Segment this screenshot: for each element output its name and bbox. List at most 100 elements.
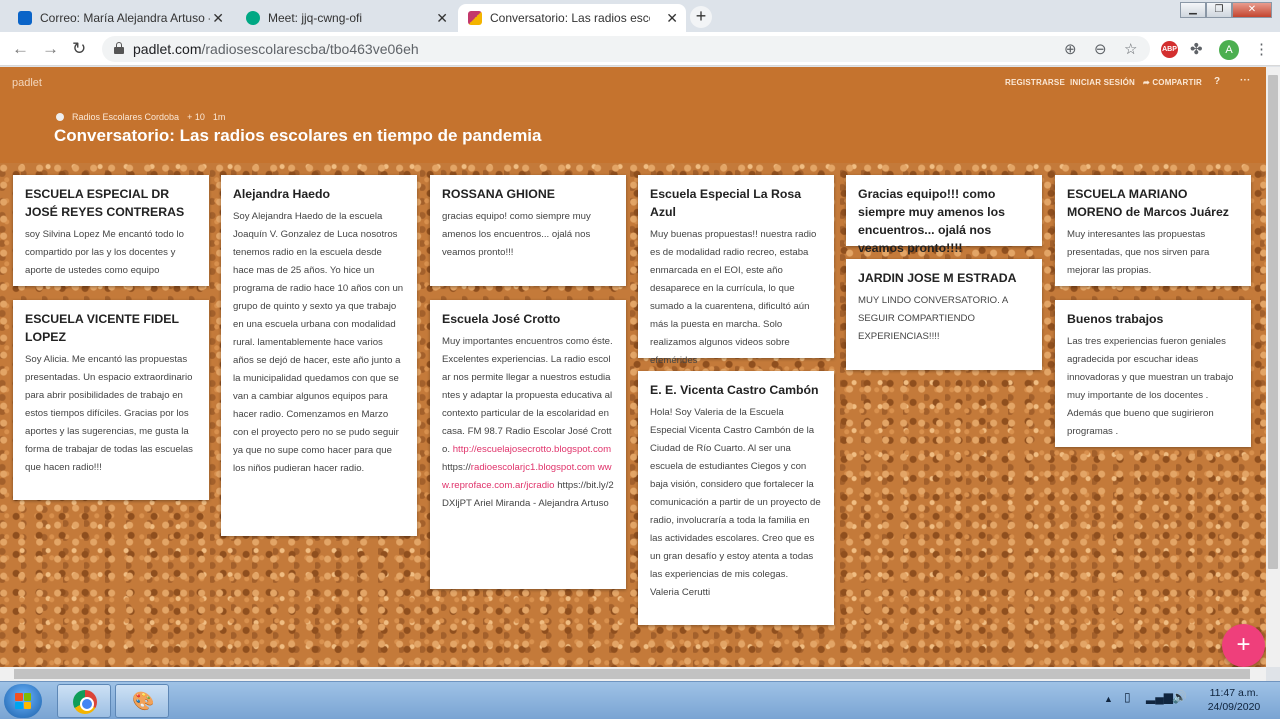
browser-tab-padlet[interactable]: Conversatorio: Las radios escolar ✕ [458, 4, 686, 32]
tab-label: Conversatorio: Las radios escolar [490, 11, 650, 25]
battery-icon[interactable]: ▯ [1124, 690, 1131, 704]
post-title: ESCUELA VICENTE FIDEL LOPEZ [25, 312, 179, 344]
post-card[interactable]: E. E. Vicenta Castro Cambón Hola! Soy Va… [638, 371, 834, 625]
post-body: Soy Alicia. Me encantó las propuestas pr… [25, 354, 193, 473]
maximize-button[interactable]: ❐ [1206, 2, 1232, 18]
post-title: ESCUELA ESPECIAL DR JOSÉ REYES CONTRERAS [25, 187, 185, 219]
network-icon[interactable]: ▂▄▆ [1146, 690, 1173, 704]
forward-arrow-icon[interactable]: → [42, 39, 59, 59]
post-title: ROSSANA GHIONE [442, 187, 555, 201]
post-card[interactable]: ESCUELA MARIANO MORENO de Marcos Juárez … [1055, 175, 1251, 286]
system-clock[interactable]: 11:47 a.m. 24/09/2020 [1196, 686, 1272, 714]
taskbar-paint[interactable]: 🎨 [115, 684, 169, 718]
post-title: Escuela Especial La Rosa Azul [650, 187, 802, 219]
zoom-in-icon[interactable]: ⊕ [1064, 40, 1077, 58]
lock-icon [114, 42, 124, 54]
post-body: gracias equipo! como siempre muy amenos … [442, 211, 591, 258]
tab-label: Correo: María Alejandra Artuso - [40, 11, 210, 25]
browser-tab-mail[interactable]: Correo: María Alejandra Artuso - ✕ [8, 4, 232, 32]
help-icon[interactable]: ? [1214, 76, 1220, 87]
post-body: Muy buenas propuestas!! nuestra radio es… [650, 229, 817, 366]
padlet-board: ESCUELA ESPECIAL DR JOSÉ REYES CONTRERAS… [0, 163, 1266, 667]
post-title: ESCUELA MARIANO MORENO de Marcos Juárez [1067, 187, 1229, 219]
browser-toolbar: ← → ↻ padlet.com/radiosescolarescba/tbo4… [0, 32, 1280, 66]
clock-date: 24/09/2020 [1207, 701, 1261, 713]
post-title: E. E. Vicenta Castro Cambón [650, 383, 819, 397]
zoom-out-icon[interactable]: ⊖ [1094, 40, 1107, 58]
post-title: Escuela José Crotto [442, 312, 561, 326]
share-link[interactable]: ➦ COMPARTIR [1143, 78, 1202, 87]
post-card[interactable]: ROSSANA GHIONE gracias equipo! como siem… [430, 175, 626, 286]
tray-expand-icon[interactable]: ▲ [1104, 694, 1113, 704]
reload-icon[interactable]: ↻ [72, 39, 86, 59]
extensions-icon[interactable]: ✤ [1190, 40, 1203, 58]
close-icon[interactable]: ✕ [666, 10, 678, 27]
post-title: Buenos trabajos [1067, 312, 1164, 326]
outlook-icon [18, 11, 32, 25]
padlet-header: padlet REGISTRARSE INICIAR SESIÓN ➦ COMP… [0, 67, 1266, 163]
window-close-button[interactable]: ✕ [1232, 2, 1272, 18]
adblock-icon[interactable]: ABP [1161, 41, 1178, 58]
post-card[interactable]: Escuela José Crotto Muy importantes encu… [430, 300, 626, 589]
post-title: Alejandra Haedo [233, 187, 331, 201]
back-arrow-icon[interactable]: ← [12, 39, 29, 59]
post-card[interactable]: Escuela Especial La Rosa Azul Muy buenas… [638, 175, 834, 366]
minimize-button[interactable]: ▁ [1180, 2, 1206, 18]
post-body: Soy Alejandra Haedo de la escuela Joaquí… [233, 211, 404, 474]
scrollbar-thumb[interactable] [14, 669, 1250, 679]
share-label: COMPARTIR [1152, 78, 1202, 87]
post-body: soy Silvina Lopez Me encantó todo lo com… [25, 229, 184, 276]
author-name[interactable]: Radios Escolares Cordoba [72, 112, 179, 122]
padlet-logo[interactable]: padlet [12, 77, 42, 89]
scrollbar-thumb[interactable] [1268, 75, 1278, 569]
windows-taskbar: 🎨 ▲ ▯ ▂▄▆ 🔊 11:47 a.m. 24/09/2020 [0, 681, 1280, 719]
browser-tab-strip: Correo: María Alejandra Artuso - ✕ Meet:… [0, 0, 1280, 32]
likes-count: + 10 [187, 112, 205, 122]
vertical-scrollbar[interactable] [1266, 67, 1280, 667]
post-body: Hola! Soy Valeria de la Escuela Especial… [650, 407, 821, 598]
post-card[interactable]: JARDIN JOSE M ESTRADA MUY LINDO CONVERSA… [846, 259, 1042, 370]
post-text: Muy importantes encuentros como éste. Ex… [442, 336, 613, 455]
more-icon[interactable]: ··· [1240, 75, 1251, 86]
address-bar[interactable]: padlet.com/radiosescolarescba/tbo463ve06… [102, 36, 1150, 62]
clock-time: 11:47 a.m. [1209, 687, 1259, 699]
start-button[interactable] [4, 684, 42, 718]
url-text: padlet.com/radiosescolarescba/tbo463ve06… [133, 41, 419, 57]
post-card[interactable]: ESCUELA ESPECIAL DR JOSÉ REYES CONTRERAS… [13, 175, 209, 286]
volume-icon[interactable]: 🔊 [1172, 690, 1187, 704]
page-title: Conversatorio: Las radios escolares en t… [54, 126, 542, 145]
close-icon[interactable]: ✕ [436, 10, 448, 27]
meet-icon [246, 11, 260, 25]
bookmark-star-icon[interactable]: ☆ [1124, 40, 1137, 58]
post-body: Muy interesantes las propuestas presenta… [1067, 229, 1210, 276]
post-card[interactable]: Buenos trabajos Las tres experiencias fu… [1055, 300, 1251, 447]
close-icon[interactable]: ✕ [212, 10, 224, 27]
post-body: Muy importantes encuentros como éste. Ex… [442, 333, 614, 513]
post-body: Las tres experiencias fueron geniales ag… [1067, 336, 1234, 437]
share-icon: ➦ [1143, 78, 1153, 87]
chrome-icon [73, 690, 97, 714]
padlet-meta: Radios Escolares Cordoba + 10 1m [56, 112, 225, 122]
avatar[interactable]: A [1219, 40, 1239, 60]
post-link[interactable]: http://escuelajosecrotto.blogspot.com [453, 444, 611, 455]
login-link[interactable]: INICIAR SESIÓN [1070, 78, 1135, 87]
paint-icon: 🎨 [132, 691, 155, 711]
padlet-favicon-icon [468, 11, 482, 25]
windows-logo-icon [15, 693, 31, 709]
register-link[interactable]: REGISTRARSE [1005, 78, 1065, 87]
post-card[interactable]: Alejandra Haedo Soy Alejandra Haedo de l… [221, 175, 417, 536]
post-title: JARDIN JOSE M ESTRADA [858, 271, 1017, 285]
author-avatar-icon [56, 113, 64, 121]
post-body: MUY LINDO CONVERSATORIO. A SEGUIR COMPAR… [858, 295, 1008, 342]
add-post-button[interactable]: + [1222, 624, 1265, 667]
new-tab-button[interactable]: + [690, 6, 712, 28]
browser-tab-meet[interactable]: Meet: jjq-cwng-ofi ✕ [236, 4, 456, 32]
post-card[interactable]: Gracias equipo!!! como siempre muy ameno… [846, 175, 1042, 255]
menu-icon[interactable]: ⋮ [1254, 40, 1269, 58]
url-path: /radiosescolarescba/tbo463ve06eh [201, 41, 419, 57]
tab-label: Meet: jjq-cwng-ofi [268, 11, 363, 25]
post-card[interactable]: ESCUELA VICENTE FIDEL LOPEZ Soy Alicia. … [13, 300, 209, 500]
taskbar-chrome[interactable] [57, 684, 111, 718]
horizontal-scrollbar[interactable] [0, 667, 1266, 681]
link-prefix: https:// [442, 462, 471, 473]
